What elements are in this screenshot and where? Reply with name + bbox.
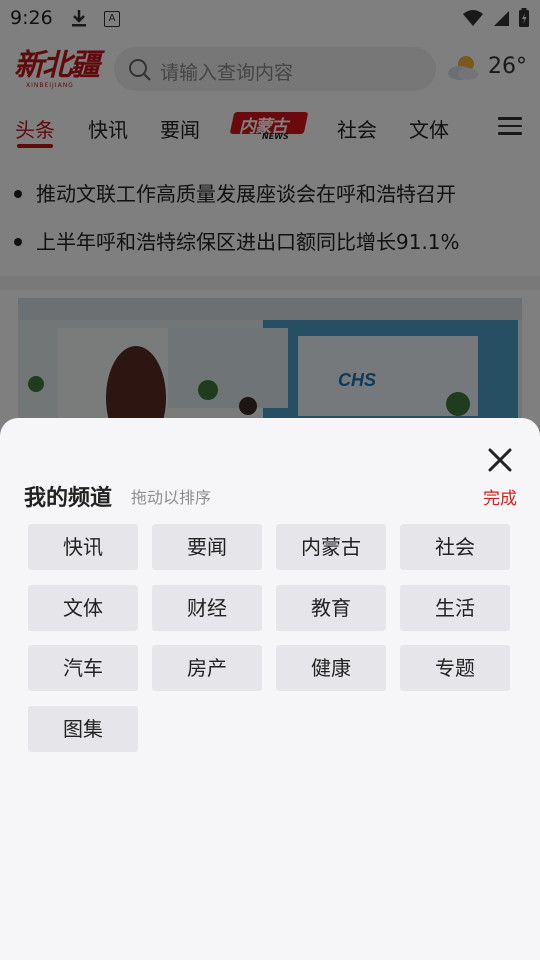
channel-editor-sheet: 我的频道 拖动以排序 完成 快讯 要闻 内蒙古 社会 文体 财经 教育 生活 汽… bbox=[0, 418, 540, 960]
channel-chip[interactable]: 房产 bbox=[152, 645, 262, 691]
channel-chip[interactable]: 教育 bbox=[276, 585, 386, 631]
channel-chip[interactable]: 汽车 bbox=[28, 645, 138, 691]
channel-chip[interactable]: 要闻 bbox=[152, 524, 262, 570]
channel-chip[interactable]: 文体 bbox=[28, 585, 138, 631]
sort-hint: 拖动以排序 bbox=[131, 488, 212, 507]
channel-chip[interactable]: 内蒙古 bbox=[276, 524, 386, 570]
channel-chip[interactable]: 健康 bbox=[276, 645, 386, 691]
channel-chip[interactable]: 图集 bbox=[28, 706, 138, 752]
sheet-title: 我的频道 bbox=[24, 486, 113, 511]
channel-chip[interactable]: 快讯 bbox=[28, 524, 138, 570]
channel-chip[interactable]: 专题 bbox=[400, 645, 510, 691]
channel-chip[interactable]: 财经 bbox=[152, 585, 262, 631]
close-icon[interactable] bbox=[486, 446, 514, 474]
channel-chip[interactable]: 生活 bbox=[400, 585, 510, 631]
channel-chip[interactable]: 社会 bbox=[400, 524, 510, 570]
done-button[interactable]: 完成 bbox=[483, 484, 517, 509]
